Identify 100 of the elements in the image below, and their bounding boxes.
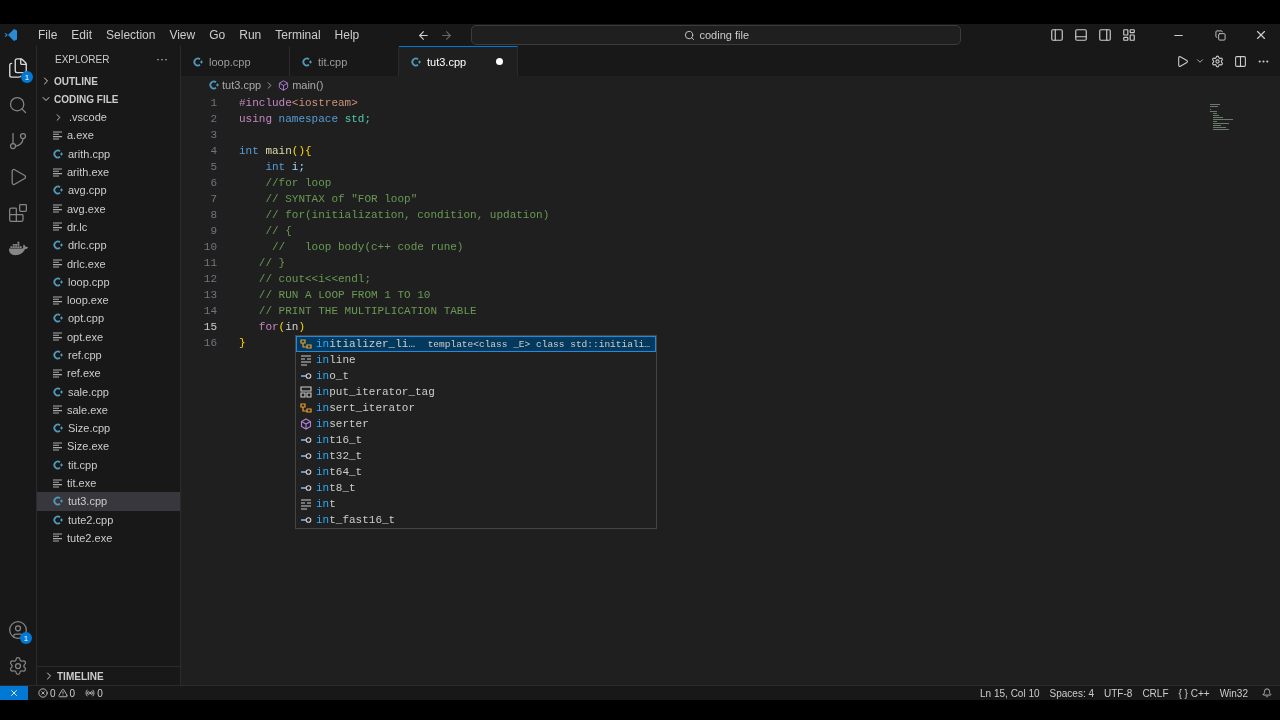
account-icon[interactable] xyxy=(8,620,28,640)
explorer-entry[interactable]: tit.exe xyxy=(37,473,180,493)
code-line: using namespace std; xyxy=(239,113,372,125)
explorer-entry[interactable]: avg.exe xyxy=(37,199,180,218)
source-control-icon[interactable] xyxy=(8,131,28,151)
explorer-entry[interactable]: tute2.cpp xyxy=(37,510,180,529)
variable-icon xyxy=(300,482,312,494)
search-icon xyxy=(683,29,695,41)
code-line: // loop body(c++ code rune) xyxy=(271,241,464,253)
explorer-entry[interactable]: drlc.cpp xyxy=(37,236,180,255)
status-item[interactable]: Spaces: 4 xyxy=(1049,687,1095,699)
layout-icon[interactable] xyxy=(1122,28,1136,42)
menu-item[interactable]: Go xyxy=(203,26,232,44)
close-icon[interactable] xyxy=(1254,28,1268,42)
problems-button[interactable]: 0 0 xyxy=(38,687,76,699)
line-number: 1 xyxy=(209,97,218,109)
text-file-icon xyxy=(53,533,62,543)
code-line: for(in) xyxy=(257,321,306,333)
line-number: 8 xyxy=(209,209,218,221)
search-text: coding file xyxy=(699,29,750,41)
menu-item[interactable]: Run xyxy=(233,26,268,44)
restore-icon[interactable] xyxy=(1215,29,1226,41)
menu-item[interactable]: Selection xyxy=(100,26,162,44)
status-item[interactable]: { } C++ xyxy=(1178,687,1210,699)
panel-left-icon[interactable] xyxy=(1050,28,1064,42)
explorer-entry[interactable]: a.exe xyxy=(37,126,180,145)
line-number: 13 xyxy=(202,289,218,301)
line-number: 4 xyxy=(209,145,218,157)
status-item[interactable]: CRLF xyxy=(1142,687,1169,699)
section-header[interactable]: OUTLINE xyxy=(37,72,180,90)
suggestion-item[interactable]: int16_t xyxy=(296,432,656,448)
breadcrumb-item[interactable]: tut3.cpp xyxy=(222,79,262,91)
menu-item[interactable]: Terminal xyxy=(269,26,327,44)
files-icon[interactable] xyxy=(7,57,29,79)
explorer-entry[interactable]: .vscode xyxy=(37,108,180,127)
cpp-file-icon xyxy=(302,56,312,67)
menu-item[interactable]: File xyxy=(32,26,64,44)
suggestion-item[interactable]: int xyxy=(296,496,656,512)
explorer-entry[interactable]: loop.cpp xyxy=(37,272,180,291)
line-number: 16 xyxy=(202,337,218,349)
section-header[interactable]: CODING FILE xyxy=(37,90,180,108)
explorer-entry[interactable]: Size.exe xyxy=(37,437,180,456)
menu-item[interactable]: Help xyxy=(328,26,366,44)
suggestion-item[interactable]: inserter xyxy=(296,416,656,432)
cpp-file-icon xyxy=(53,496,63,507)
forward-arrow-icon[interactable] xyxy=(440,28,454,42)
cpp-file-icon xyxy=(53,313,63,324)
settings-icon[interactable] xyxy=(1211,54,1224,68)
status-item[interactable]: Ln 15, Col 10 xyxy=(980,687,1040,699)
explorer-entry[interactable]: drlc.exe xyxy=(37,254,180,273)
back-arrow-icon[interactable] xyxy=(417,28,431,42)
explorer-entry[interactable]: dr.lc xyxy=(37,217,180,237)
remote-button[interactable] xyxy=(0,686,28,700)
run-icon[interactable] xyxy=(1176,54,1189,68)
more-actions[interactable]: ··· xyxy=(156,52,168,66)
explorer-entry[interactable]: tit.cpp xyxy=(37,455,180,474)
suggestion-item[interactable]: ino_t xyxy=(296,368,656,384)
explorer-entry[interactable]: Size.cpp xyxy=(37,419,180,438)
ports-button[interactable]: 0 xyxy=(85,687,103,699)
explorer-entry[interactable]: avg.cpp xyxy=(37,181,180,200)
settings-icon[interactable] xyxy=(8,656,28,676)
explorer-entry[interactable]: opt.exe xyxy=(37,327,180,346)
menu-item[interactable]: Edit xyxy=(65,26,99,44)
explorer-entry[interactable]: loop.exe xyxy=(37,290,180,310)
whale-icon[interactable] xyxy=(8,239,28,258)
suggestion-item[interactable]: int8_t xyxy=(296,480,656,496)
suggestion-item[interactable]: inline xyxy=(296,352,656,368)
search-icon[interactable] xyxy=(8,95,28,115)
explorer-entry[interactable]: sale.exe xyxy=(37,400,180,420)
panel-bottom-icon[interactable] xyxy=(1074,28,1088,42)
bell-icon[interactable] xyxy=(1262,688,1272,698)
breadcrumb-item[interactable]: main() xyxy=(292,79,324,91)
explorer-entry[interactable]: tute2.exe xyxy=(37,528,180,548)
line-number: 6 xyxy=(209,177,218,189)
suggestion-item[interactable]: int_fast16_t xyxy=(296,512,656,528)
status-item[interactable]: Win32 xyxy=(1219,687,1248,699)
suggestion-item[interactable]: int64_t xyxy=(296,464,656,480)
explorer-entry[interactable]: arith.exe xyxy=(37,162,180,182)
extensions-icon[interactable] xyxy=(8,203,28,223)
suggestion-item[interactable]: initializer_li… template<class _E> class std::initiali… xyxy=(296,336,656,352)
explorer-entry[interactable]: opt.cpp xyxy=(37,309,180,328)
warning-icon xyxy=(57,688,68,698)
explorer-entry[interactable]: ref.cpp xyxy=(37,345,180,365)
explorer-entry[interactable]: ref.exe xyxy=(37,364,180,383)
suggestion-item[interactable]: int32_t xyxy=(296,448,656,464)
suggestion-item[interactable]: input_iterator_tag xyxy=(296,384,656,400)
menu-item[interactable]: View xyxy=(163,26,202,44)
chevron-down-icon[interactable] xyxy=(1195,56,1205,66)
editor-tab[interactable]: tut3.cpp xyxy=(399,46,518,76)
explorer-entry[interactable]: tut3.cpp xyxy=(37,492,180,511)
search-field[interactable]: coding file xyxy=(471,25,962,45)
status-item[interactable]: UTF-8 xyxy=(1104,687,1133,699)
panel-right-icon[interactable] xyxy=(1098,28,1112,42)
explorer-entry[interactable]: sale.cpp xyxy=(37,382,180,401)
cube-icon xyxy=(300,418,312,430)
suggestion-item[interactable]: insert_iterator xyxy=(296,400,656,416)
line-number: 5 xyxy=(209,161,218,173)
explorer-entry[interactable]: arith.cpp xyxy=(37,144,180,163)
split-editor-icon[interactable] xyxy=(1234,54,1247,68)
cpp-file-icon xyxy=(53,240,63,251)
